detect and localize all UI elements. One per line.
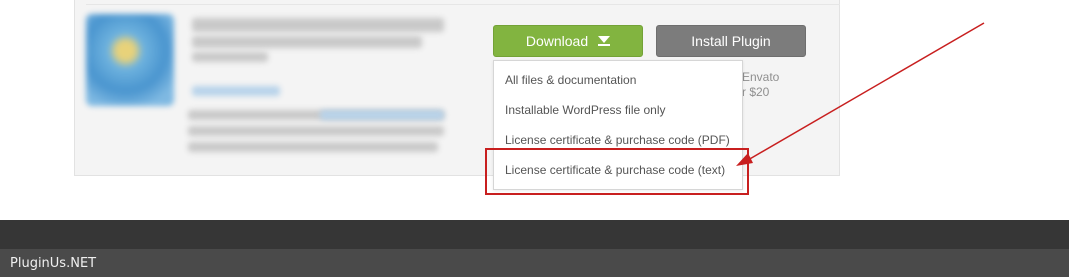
footer-top-band	[0, 220, 1069, 249]
page: Download Install Plugin Envato r $20 All…	[0, 0, 1069, 277]
footer-bar	[0, 249, 1069, 277]
footer-brand: PluginUs.NET	[10, 256, 97, 271]
